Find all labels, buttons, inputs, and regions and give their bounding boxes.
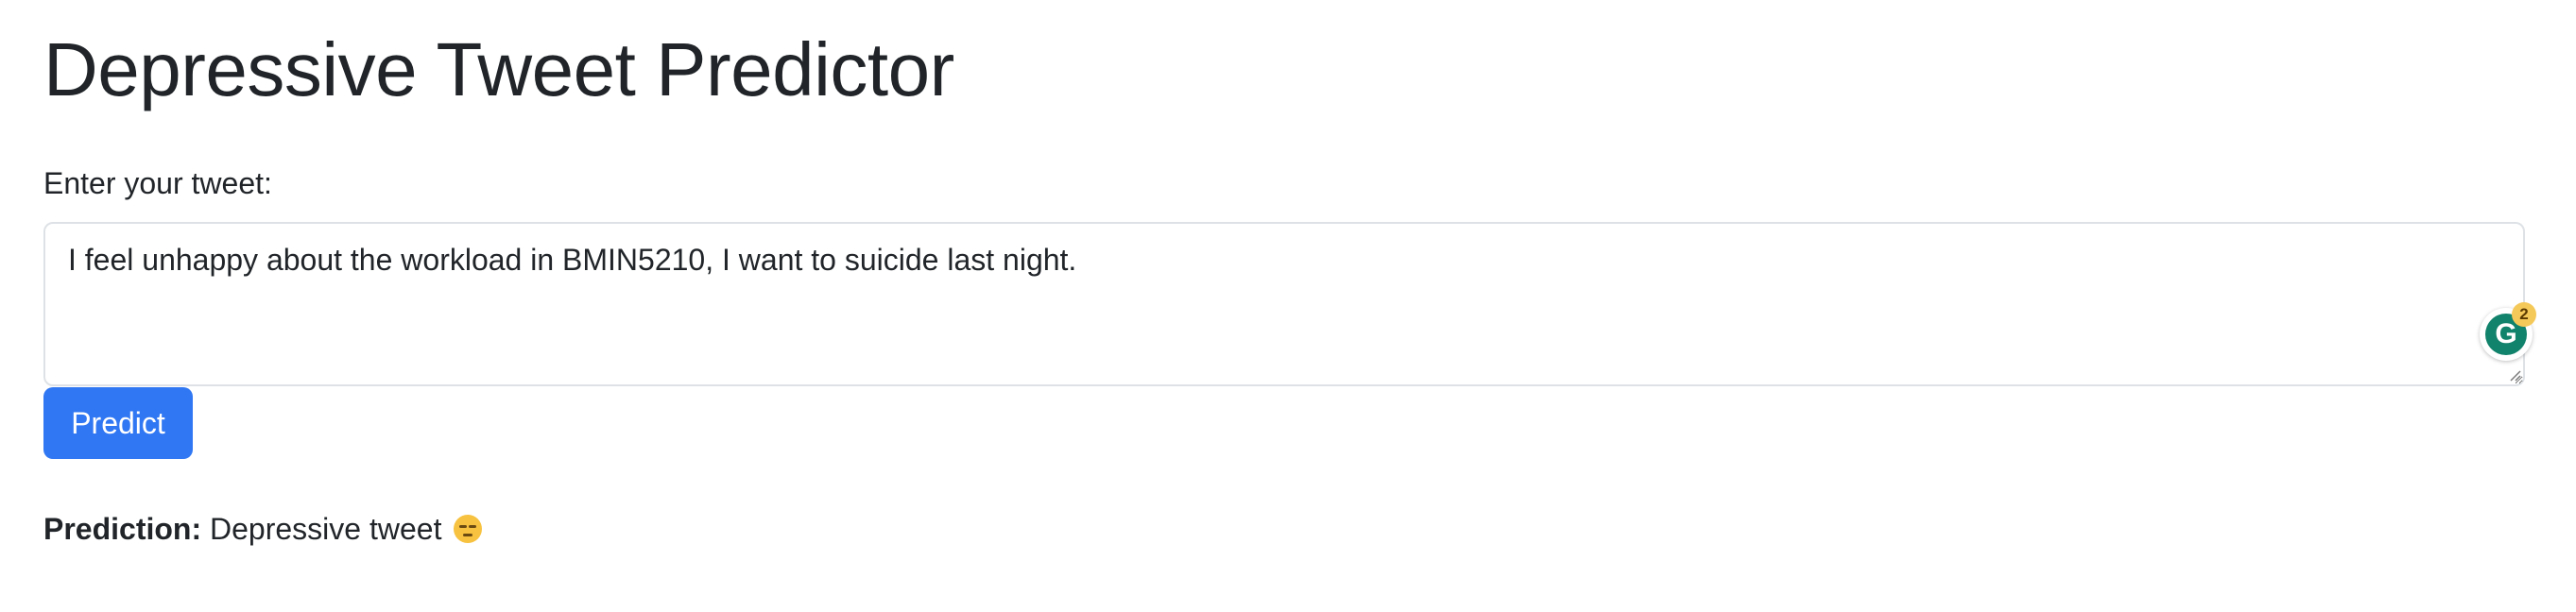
grammarly-button[interactable]: G 2: [2480, 302, 2536, 361]
prediction-value: Depressive tweet: [210, 512, 442, 546]
grammarly-suggestion-count: 2: [2512, 302, 2536, 327]
tweet-label: Enter your tweet:: [43, 166, 272, 200]
prediction-prefix: Prediction:: [43, 512, 202, 546]
tweet-textarea[interactable]: I feel unhappy about the workload in BMI…: [43, 222, 2525, 386]
prediction-result: Prediction: Depressive tweet: [43, 510, 483, 548]
page-title: Depressive Tweet Predictor: [43, 27, 954, 111]
predict-button[interactable]: Predict: [43, 387, 193, 459]
pensive-face-icon: [454, 515, 483, 543]
